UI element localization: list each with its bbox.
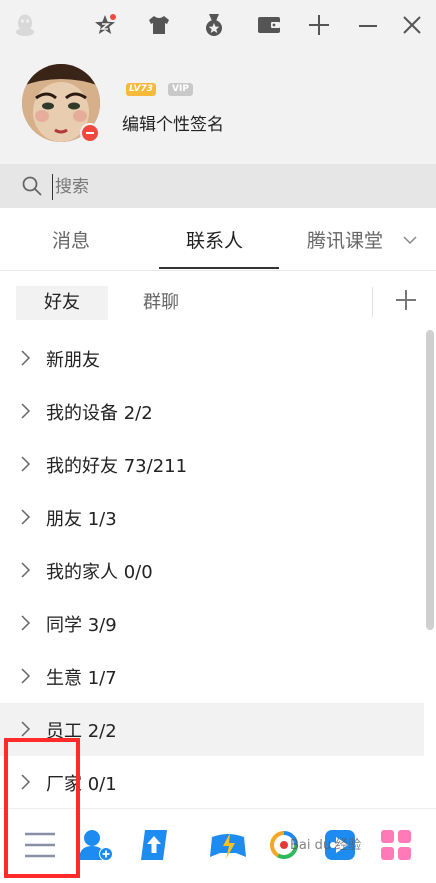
upload-icon	[141, 830, 167, 860]
minimize-icon	[359, 25, 377, 27]
group-row-classmates[interactable]: 同学 3/9	[0, 597, 424, 650]
add-friend-button[interactable]	[76, 825, 116, 865]
qq-penguin-icon	[16, 14, 34, 36]
group-label: 新朋友	[46, 350, 100, 371]
scrollbar[interactable]	[426, 330, 434, 630]
minimize-button[interactable]	[355, 12, 381, 38]
active-tab-indicator	[159, 267, 279, 269]
group-label: 员工 2/2	[46, 721, 117, 742]
chevron-right-icon	[21, 774, 31, 790]
title-bar	[0, 0, 436, 52]
group-row-family[interactable]: 我的家人 0/0	[0, 544, 424, 597]
medal-icon	[206, 14, 222, 36]
add-button[interactable]	[306, 12, 332, 38]
tab-groups[interactable]: 群聊	[116, 286, 206, 320]
main-tabs: 消息 联系人 腾讯课堂	[0, 208, 436, 271]
group-label: 生意 1/7	[46, 668, 117, 689]
star-icon	[95, 14, 116, 34]
bottom-toolbar	[0, 808, 436, 883]
group-row-manufacturers[interactable]: 厂家 0/1	[0, 756, 424, 808]
tab-contacts[interactable]: 联系人	[186, 226, 243, 253]
group-label: 我的设备 2/2	[46, 403, 153, 424]
chevron-down-icon[interactable]	[403, 235, 417, 245]
plus-icon	[309, 15, 329, 35]
dress-up-button[interactable]	[146, 12, 172, 38]
main-menu-button[interactable]	[20, 825, 60, 865]
menu-icon	[25, 832, 55, 858]
group-label: 朋友 1/3	[46, 509, 117, 530]
close-button[interactable]	[399, 12, 425, 38]
group-label: 厂家 0/1	[46, 774, 117, 795]
chevron-right-icon	[21, 562, 31, 578]
group-row-friends[interactable]: 朋友 1/3	[0, 491, 424, 544]
wallet-button[interactable]	[256, 12, 282, 38]
search-bar	[0, 164, 436, 208]
chevron-right-icon	[21, 403, 31, 419]
qq-main-window: LV73 VIP 编辑个性签名 消息 联系人 腾讯课堂 好友 群聊 新朋友	[0, 0, 436, 883]
add-friend-icon	[79, 830, 113, 861]
tab-tencent-classroom[interactable]: 腾讯课堂	[307, 226, 383, 253]
chevron-right-icon	[21, 456, 31, 472]
vip-badge: VIP	[168, 83, 193, 96]
group-row-my-devices[interactable]: 我的设备 2/2	[0, 385, 424, 438]
level-badge: LV73	[126, 83, 156, 96]
group-row-business[interactable]: 生意 1/7	[0, 650, 424, 703]
status-busy-icon[interactable]	[80, 123, 100, 143]
chevron-right-icon	[21, 721, 31, 737]
wallet-icon	[258, 17, 280, 33]
signature-edit-label[interactable]: 编辑个性签名	[122, 110, 224, 135]
shirt-icon	[149, 16, 169, 34]
group-label: 我的好友 73/211	[46, 456, 188, 477]
tab-messages[interactable]: 消息	[52, 226, 90, 253]
chevron-right-icon	[21, 509, 31, 525]
chevron-right-icon	[21, 615, 31, 631]
divider	[372, 287, 373, 317]
watermark: Bai du 经验	[290, 838, 362, 853]
group-label: 我的家人 0/0	[46, 562, 153, 583]
group-row-my-friends[interactable]: 我的好友 73/211	[0, 438, 424, 491]
profile-section: LV73 VIP 编辑个性签名	[0, 52, 436, 164]
contact-group-list: 新朋友 我的设备 2/2 我的好友 73/211 朋友 1/3 我的家人 0/0…	[0, 332, 424, 808]
search-icon	[22, 176, 42, 196]
chevron-right-icon	[21, 350, 31, 366]
search-input[interactable]	[52, 174, 427, 200]
contact-sub-tabs: 好友 群聊	[0, 271, 436, 333]
close-icon	[403, 16, 421, 34]
file-transfer-button[interactable]	[134, 825, 174, 865]
super-vip-star-button[interactable]	[92, 12, 118, 38]
group-row-new-friends[interactable]: 新朋友	[0, 332, 424, 385]
add-contact-icon[interactable]	[394, 288, 418, 312]
tab-friends[interactable]: 好友	[16, 286, 108, 320]
medal-button[interactable]	[201, 12, 227, 38]
group-row-staff[interactable]: 员工 2/2	[0, 703, 424, 756]
group-label: 同学 3/9	[46, 615, 117, 636]
app-grid-icon	[381, 830, 411, 860]
app-manager-button[interactable]	[376, 825, 416, 865]
game-center-button[interactable]	[208, 825, 248, 865]
chevron-right-icon	[21, 668, 31, 684]
game-icon	[210, 833, 246, 859]
